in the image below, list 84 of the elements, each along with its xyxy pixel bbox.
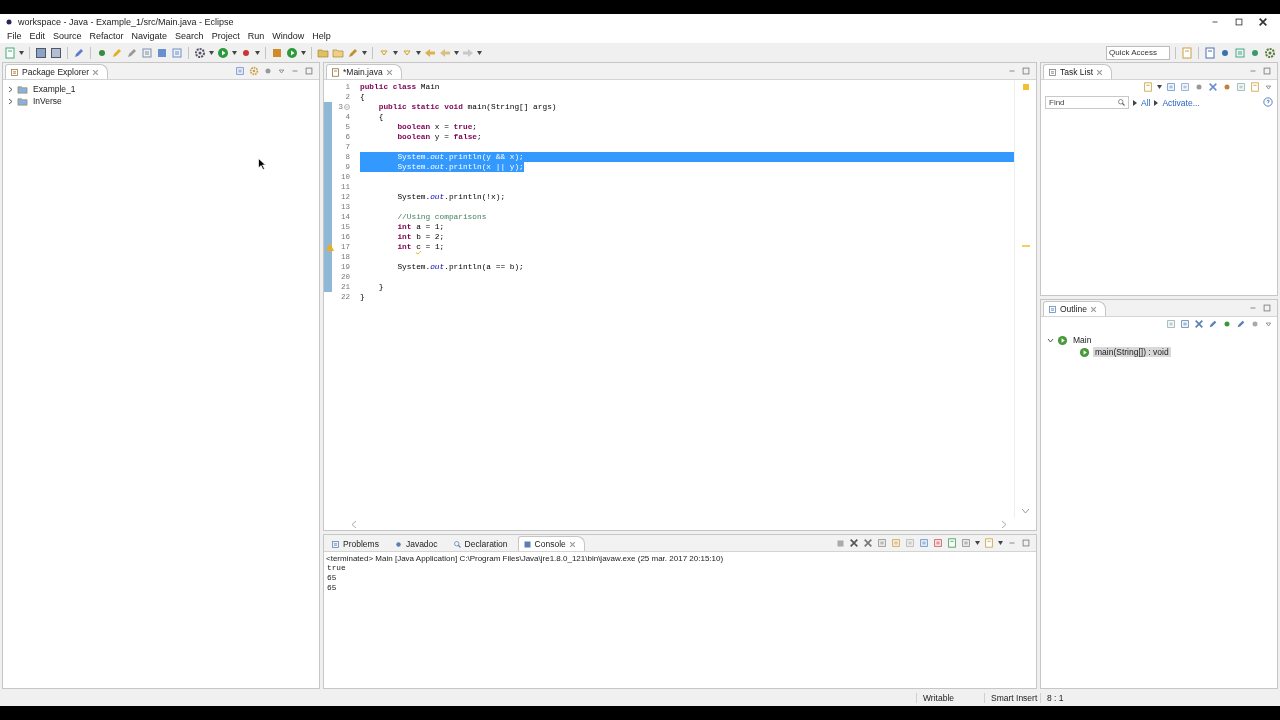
menu-item[interactable]: Refactor — [85, 31, 128, 41]
caret-icon[interactable] — [301, 50, 306, 55]
caret-icon[interactable] — [393, 50, 398, 55]
menu-item[interactable]: Navigate — [127, 31, 172, 41]
menu-item[interactable]: Edit — [25, 31, 50, 41]
declaration-icon — [452, 539, 462, 549]
maximize-icon[interactable] — [1021, 538, 1031, 548]
package-explorer-tab[interactable]: Package Explorer — [5, 64, 109, 79]
chevron-right-icon[interactable] — [7, 97, 14, 105]
console-icon — [522, 539, 532, 549]
caret-icon[interactable] — [454, 50, 459, 55]
method-icon — [1079, 346, 1090, 358]
console-description: <terminated> Main [Java Application] C:\Program Files\Java\jre1.8.0_121\bin\javaw.exe (25 mar. 2017 20:15:10) — [326, 554, 724, 563]
project-folder-icon — [17, 83, 28, 95]
square-icon[interactable] — [156, 46, 168, 59]
close-icon[interactable] — [1258, 16, 1268, 27]
menu-item[interactable]: Project — [207, 31, 244, 41]
caret-icon[interactable] — [998, 541, 1003, 545]
caret-icon[interactable] — [232, 50, 237, 55]
caret-icon[interactable] — [1157, 85, 1162, 89]
remove-launch-icon[interactable] — [849, 538, 859, 548]
java-file-icon[interactable] — [331, 67, 340, 77]
outline-tab[interactable]: Outline — [1043, 301, 1106, 316]
task-link[interactable]: Activate... — [1162, 97, 1200, 108]
mouse-cursor-icon — [258, 158, 266, 170]
status-text: Writable — [916, 692, 984, 703]
quick-access-field[interactable]: Quick Access — [1106, 45, 1170, 60]
help-icon[interactable] — [1263, 96, 1273, 107]
console-tab[interactable]: Console — [517, 536, 585, 551]
status-text: Smart Insert — [984, 692, 1040, 703]
editor-tab[interactable]: *Main.java — [326, 64, 402, 79]
tree-item[interactable]: InVerse — [31, 96, 64, 106]
open-folder-icon[interactable] — [332, 46, 344, 59]
window-title: workspace - Java - Example_1/src/Main.java - Eclipse — [18, 16, 235, 27]
caret-icon[interactable] — [416, 50, 421, 55]
fold-icon[interactable] — [344, 104, 350, 110]
chevron-right-icon[interactable] — [7, 85, 14, 93]
menu-item[interactable]: Search — [171, 31, 208, 41]
maximize-icon[interactable] — [304, 66, 314, 76]
overview-square-icon — [1022, 84, 1029, 90]
tree-item[interactable]: Example_1 — [31, 84, 78, 94]
outline-item[interactable]: main(String[]) : void — [1093, 347, 1171, 357]
menu-item[interactable]: Window — [268, 31, 309, 41]
remove-all-icon[interactable] — [863, 538, 873, 548]
menu-item[interactable]: Run — [243, 31, 269, 41]
scroll-down-icon[interactable] — [1022, 509, 1029, 514]
disks-icon[interactable] — [50, 46, 62, 59]
sort-icon[interactable] — [1180, 319, 1190, 329]
caret-icon[interactable] — [255, 50, 260, 55]
restore-window-icon[interactable] — [1234, 16, 1244, 27]
caret-icon[interactable] — [477, 50, 482, 55]
triangle-icon — [1133, 99, 1137, 106]
menu-item[interactable]: Help — [308, 31, 335, 41]
caret-icon[interactable] — [19, 50, 24, 55]
maximize-icon[interactable] — [1262, 66, 1272, 76]
maximize-icon[interactable] — [1262, 303, 1272, 313]
view-menu-icon[interactable] — [277, 66, 286, 76]
chevron-down-icon[interactable] — [1047, 336, 1054, 344]
caret-icon[interactable] — [362, 50, 367, 55]
task-list-tab[interactable]: Task List — [1043, 64, 1113, 79]
terminate-icon[interactable] — [836, 538, 845, 548]
new-task-icon[interactable] — [1143, 82, 1153, 92]
clear-console-icon[interactable] — [877, 538, 887, 548]
folder-icon[interactable] — [317, 46, 329, 59]
scroll-left-icon[interactable] — [352, 520, 357, 528]
window-icon[interactable] — [1234, 46, 1246, 59]
status-text: 8 : 1 — [1040, 692, 1100, 703]
menu-item[interactable]: Source — [49, 31, 86, 41]
view-menu-icon[interactable] — [1264, 319, 1273, 329]
task-link[interactable]: All — [1141, 97, 1151, 108]
caret-icon[interactable] — [209, 50, 214, 55]
public-dot-icon[interactable] — [1222, 319, 1232, 329]
menu-item[interactable]: File — [3, 31, 26, 41]
caret-icon[interactable] — [975, 541, 980, 545]
outline-item[interactable]: Main — [1071, 335, 1094, 345]
run-icon[interactable] — [217, 46, 229, 59]
scroll-right-icon[interactable] — [1001, 520, 1006, 528]
triangle-icon — [1154, 99, 1159, 106]
search-icon[interactable] — [1117, 98, 1126, 107]
find-field[interactable]: Find — [1045, 96, 1129, 109]
maximize-icon[interactable] — [1021, 66, 1031, 76]
view-menu-icon[interactable] — [1264, 82, 1273, 92]
project-folder-icon — [17, 95, 28, 107]
warning-marker[interactable] — [1021, 245, 1030, 247]
